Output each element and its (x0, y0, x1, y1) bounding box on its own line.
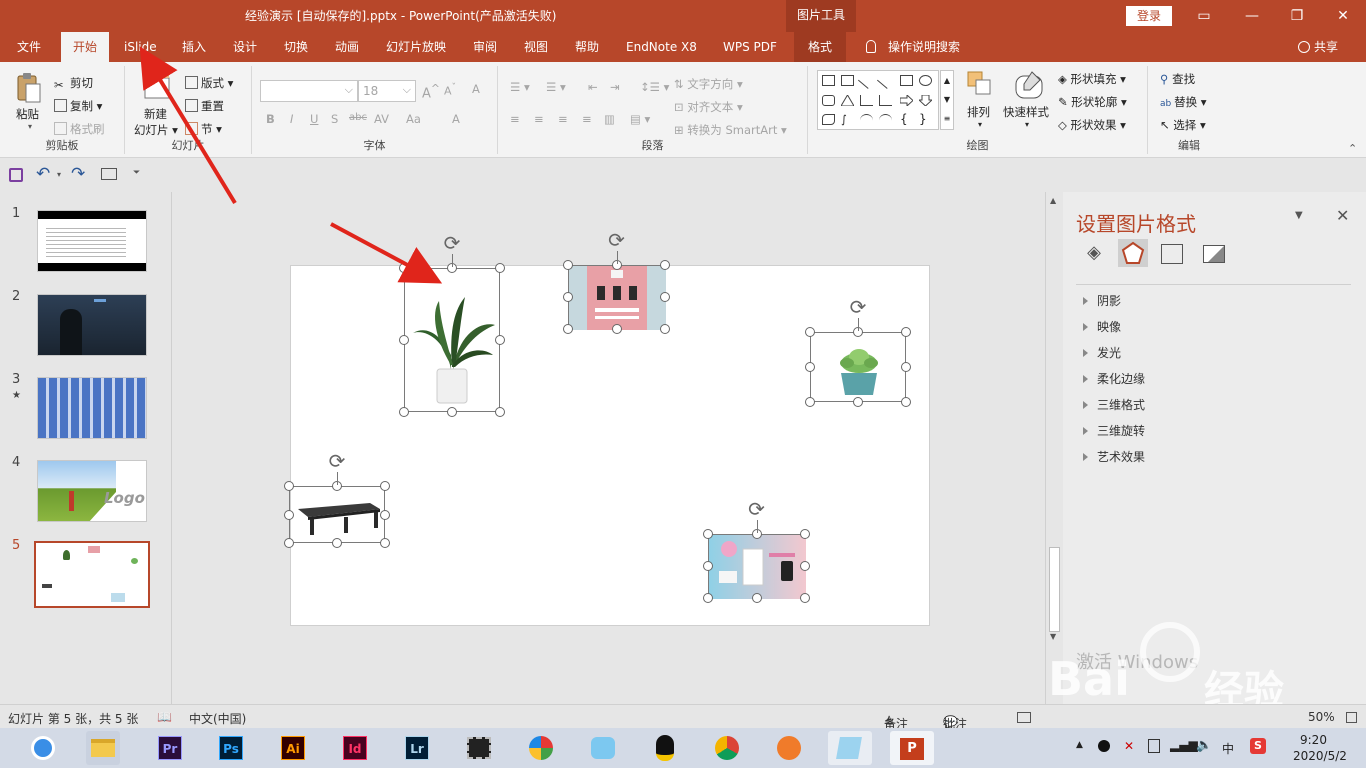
scroll-down-icon[interactable]: ▼ (1050, 632, 1056, 641)
expand-icon (1083, 323, 1088, 331)
fit-to-window-icon[interactable] (1346, 712, 1357, 723)
option-3d-format-label: 三维格式 (1097, 398, 1146, 412)
lightroom-icon[interactable]: Lr (400, 731, 434, 765)
language-status[interactable]: 中文(中国) (189, 710, 246, 727)
tray-sogou-icon[interactable]: S (1250, 738, 1266, 754)
pane-divider (1076, 284, 1351, 285)
size-properties-tab-icon[interactable] (1161, 244, 1183, 264)
tray-clock-date[interactable]: 2020/5/2 (1293, 749, 1347, 768)
taskbar: Pr Ps Ai Id Lr P ▲ ✕ ▂▄▆ 🔈 中 S 9:20 2020… (0, 728, 1366, 768)
illustrator-icon[interactable]: Ai (276, 731, 310, 765)
option-soft-edges[interactable]: 柔化边缘 (1083, 370, 1145, 387)
tray-expand-icon[interactable]: ▲ (1076, 740, 1083, 768)
illustrator-glyph: Ai (281, 736, 305, 760)
pane-title: 设置图片格式 (1076, 212, 1196, 236)
premiere-icon[interactable]: Pr (153, 731, 187, 765)
tray-signal-icon[interactable]: ▂▄▆ (1170, 738, 1198, 768)
expand-icon (1083, 297, 1088, 305)
bird-icon (777, 736, 801, 760)
umbrella-icon (529, 736, 553, 760)
browser-360-icon[interactable] (26, 731, 60, 765)
option-artistic-effects-label: 艺术效果 (1097, 450, 1146, 464)
option-reflection-label: 映像 (1097, 320, 1122, 334)
option-shadow[interactable]: 阴影 (1083, 292, 1121, 309)
tray-network-warning-icon[interactable]: ✕ (1124, 739, 1134, 768)
qq-icon[interactable] (648, 731, 682, 765)
option-reflection[interactable]: 映像 (1083, 318, 1121, 335)
notepad-icon (836, 737, 862, 759)
cat-icon (591, 737, 615, 759)
video-editor-icon[interactable] (462, 731, 496, 765)
option-glow[interactable]: 发光 (1083, 344, 1121, 361)
film-icon (467, 737, 491, 759)
tray-ime-indicator[interactable]: 中 (1222, 740, 1234, 768)
spellcheck-icon[interactable]: 📖 (157, 710, 172, 724)
powerpoint-taskbar-icon[interactable]: P (890, 731, 934, 765)
expand-icon (1083, 375, 1088, 383)
normal-view-icon[interactable] (1017, 712, 1031, 723)
pane-options-dropdown-icon[interactable]: ▼ (1295, 210, 1303, 221)
status-bar: 幻灯片 第 5 张，共 5 张 📖 中文(中国) ≜ 备注 💬 批注 50% (0, 704, 1366, 731)
folder-icon (91, 739, 115, 757)
indesign-icon[interactable]: Id (338, 731, 372, 765)
option-shadow-label: 阴影 (1097, 294, 1122, 308)
option-soft-edges-label: 柔化边缘 (1097, 372, 1146, 386)
option-artistic-effects[interactable]: 艺术效果 (1083, 448, 1145, 465)
expand-icon (1083, 453, 1088, 461)
tray-volume-icon[interactable]: 🔈 (1196, 738, 1212, 768)
slide-vertical-scrollbar[interactable]: ▲ ▼ (1045, 192, 1062, 704)
scrollbar-thumb[interactable] (1049, 547, 1060, 632)
photoshop-glyph: Ps (219, 736, 243, 760)
file-explorer-icon[interactable] (86, 731, 120, 765)
scroll-up-icon[interactable]: ▲ (1050, 196, 1056, 205)
lightroom-glyph: Lr (405, 736, 429, 760)
cat-app-icon[interactable] (586, 731, 620, 765)
expand-icon (1083, 349, 1088, 357)
option-3d-rotation-label: 三维旋转 (1097, 424, 1146, 438)
effects-tab-icon[interactable] (1118, 239, 1148, 267)
chrome-logo-icon (715, 736, 739, 760)
option-glow-label: 发光 (1097, 346, 1122, 360)
powerpoint-icon: P (900, 738, 924, 760)
tray-qq-icon[interactable] (1098, 740, 1110, 752)
expand-icon (1083, 427, 1088, 435)
swift-app-icon[interactable] (772, 731, 806, 765)
pane-close-icon[interactable]: ✕ (1336, 206, 1349, 225)
arrow-to-plant-picture (330, 222, 443, 284)
photoshop-icon[interactable]: Ps (214, 731, 248, 765)
penguin-icon (656, 735, 674, 761)
arrow-to-islide-tab (139, 46, 237, 205)
format-picture-pane: 设置图片格式 ▼ ✕ ◈ 阴影 映像 发光 柔化边缘 三维格式 三维旋转 艺术效… (1063, 192, 1366, 704)
premiere-glyph: Pr (158, 736, 182, 760)
option-3d-rotation[interactable]: 三维旋转 (1083, 422, 1145, 439)
notepad-app-icon[interactable] (828, 731, 872, 765)
browser-globe-icon (31, 736, 55, 760)
chrome-icon[interactable] (710, 731, 744, 765)
colorful-app-icon[interactable] (524, 731, 558, 765)
slide-count-status: 幻灯片 第 5 张，共 5 张 (8, 712, 139, 726)
option-3d-format[interactable]: 三维格式 (1083, 396, 1145, 413)
zoom-level[interactable]: 50% (1308, 710, 1335, 724)
indesign-glyph: Id (343, 736, 367, 760)
fill-line-tab-icon[interactable]: ◈ (1083, 242, 1105, 264)
expand-icon (1083, 401, 1088, 409)
tray-battery-icon[interactable] (1148, 739, 1160, 753)
picture-tab-icon[interactable] (1203, 245, 1225, 263)
